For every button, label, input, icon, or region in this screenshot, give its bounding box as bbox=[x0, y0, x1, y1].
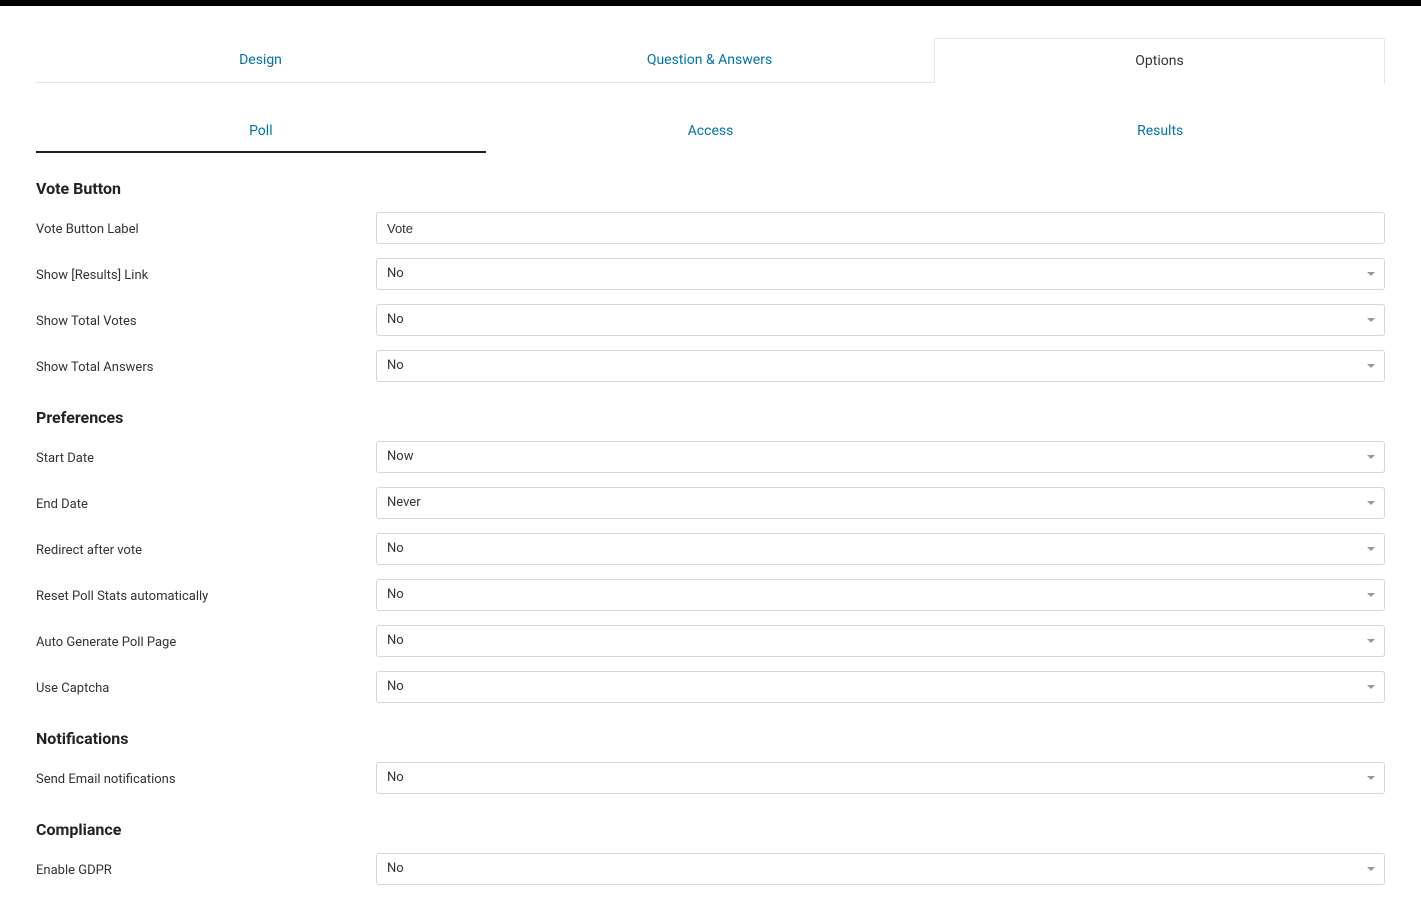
section-header-notifications: Notifications bbox=[36, 729, 1385, 748]
select-enable-gdpr[interactable]: No bbox=[376, 853, 1385, 885]
row-enable-gdpr: Enable GDPR No bbox=[36, 853, 1385, 885]
subtab-results[interactable]: Results bbox=[935, 113, 1385, 153]
label-show-total-answers: Show Total Answers bbox=[36, 358, 376, 375]
section-header-vote-button: Vote Button bbox=[36, 179, 1385, 198]
select-reset-poll-stats[interactable]: No bbox=[376, 579, 1385, 611]
label-enable-gdpr: Enable GDPR bbox=[36, 861, 376, 878]
row-send-email-notifications: Send Email notifications No bbox=[36, 762, 1385, 794]
label-show-results-link: Show [Results] Link bbox=[36, 266, 376, 283]
label-end-date: End Date bbox=[36, 495, 376, 512]
row-vote-button-label: Vote Button Label bbox=[36, 212, 1385, 244]
options-form: Vote Button Vote Button Label Show [Resu… bbox=[36, 179, 1385, 885]
select-auto-generate-poll-page[interactable]: No bbox=[376, 625, 1385, 657]
primary-tabs: Design Question & Answers Options bbox=[36, 38, 1385, 83]
row-start-date: Start Date Now bbox=[36, 441, 1385, 473]
row-show-total-answers: Show Total Answers No bbox=[36, 350, 1385, 382]
label-redirect-after-vote: Redirect after vote bbox=[36, 541, 376, 558]
select-show-total-answers[interactable]: No bbox=[376, 350, 1385, 382]
input-vote-button-label[interactable] bbox=[376, 212, 1385, 244]
tab-question-answers[interactable]: Question & Answers bbox=[485, 38, 934, 82]
select-send-email-notifications[interactable]: No bbox=[376, 762, 1385, 794]
subtab-poll[interactable]: Poll bbox=[36, 113, 486, 153]
section-header-compliance: Compliance bbox=[36, 820, 1385, 839]
section-header-preferences: Preferences bbox=[36, 408, 1385, 427]
label-use-captcha: Use Captcha bbox=[36, 679, 376, 696]
label-auto-generate-poll-page: Auto Generate Poll Page bbox=[36, 633, 376, 650]
secondary-tabs: Poll Access Results bbox=[36, 113, 1385, 153]
row-reset-poll-stats: Reset Poll Stats automatically No bbox=[36, 579, 1385, 611]
row-end-date: End Date Never bbox=[36, 487, 1385, 519]
label-send-email-notifications: Send Email notifications bbox=[36, 770, 376, 787]
select-redirect-after-vote[interactable]: No bbox=[376, 533, 1385, 565]
row-redirect-after-vote: Redirect after vote No bbox=[36, 533, 1385, 565]
top-border bbox=[0, 0, 1421, 6]
select-show-total-votes[interactable]: No bbox=[376, 304, 1385, 336]
select-start-date[interactable]: Now bbox=[376, 441, 1385, 473]
label-reset-poll-stats: Reset Poll Stats automatically bbox=[36, 587, 376, 604]
select-end-date[interactable]: Never bbox=[376, 487, 1385, 519]
label-vote-button-label: Vote Button Label bbox=[36, 220, 376, 237]
tab-options[interactable]: Options bbox=[934, 38, 1385, 83]
tab-design[interactable]: Design bbox=[36, 38, 485, 82]
label-show-total-votes: Show Total Votes bbox=[36, 312, 376, 329]
select-use-captcha[interactable]: No bbox=[376, 671, 1385, 703]
subtab-access[interactable]: Access bbox=[486, 113, 936, 153]
row-show-results-link: Show [Results] Link No bbox=[36, 258, 1385, 290]
select-show-results-link[interactable]: No bbox=[376, 258, 1385, 290]
row-show-total-votes: Show Total Votes No bbox=[36, 304, 1385, 336]
label-start-date: Start Date bbox=[36, 449, 376, 466]
row-use-captcha: Use Captcha No bbox=[36, 671, 1385, 703]
row-auto-generate-poll-page: Auto Generate Poll Page No bbox=[36, 625, 1385, 657]
